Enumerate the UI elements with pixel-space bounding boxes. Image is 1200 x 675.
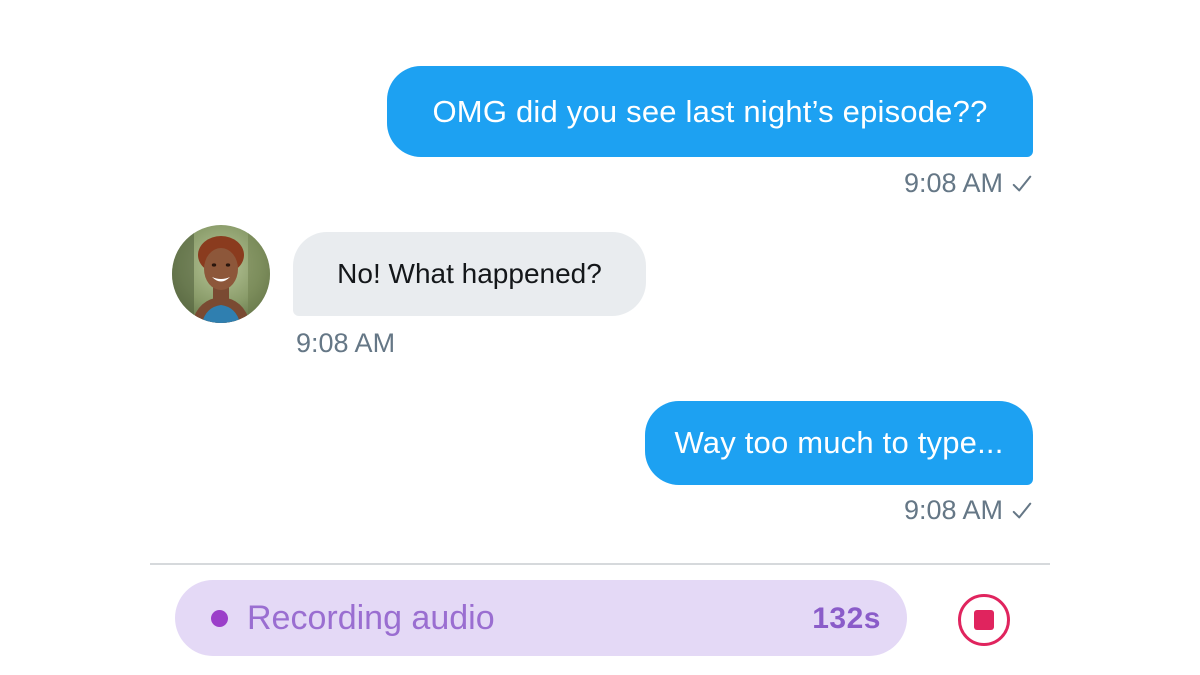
avatar-image [172,225,270,323]
check-icon [1012,502,1032,518]
incoming-message-bubble[interactable]: No! What happened? [293,232,646,316]
message-meta: 9:08 AM [904,495,1033,526]
check-icon [1012,175,1032,191]
outgoing-message-bubble[interactable]: OMG did you see last night’s episode?? [387,66,1033,157]
recording-dot-icon [211,610,228,627]
outgoing-message-bubble[interactable]: Way too much to type... [645,401,1033,485]
message-text: No! What happened? [337,258,602,289]
stop-icon [974,610,994,630]
recording-audio-bar[interactable]: Recording audio 132s [175,580,907,656]
chat-screen: OMG did you see last night’s episode?? 9… [0,0,1200,675]
stop-recording-button[interactable] [958,594,1010,646]
user-avatar[interactable] [172,225,270,323]
message-meta: 9:08 AM [296,328,395,359]
recording-timer: 132s [812,602,881,635]
message-text: Way too much to type... [674,425,1004,460]
message-meta: 9:08 AM [904,168,1033,199]
message-timestamp: 9:08 AM [903,168,1003,198]
message-timestamp: 9:08 AM [903,495,1003,525]
message-text: OMG did you see last night’s episode?? [432,93,988,129]
recording-label: Recording audio [247,599,495,637]
message-timestamp: 9:08 AM [296,328,396,358]
composer-divider [150,563,1050,565]
